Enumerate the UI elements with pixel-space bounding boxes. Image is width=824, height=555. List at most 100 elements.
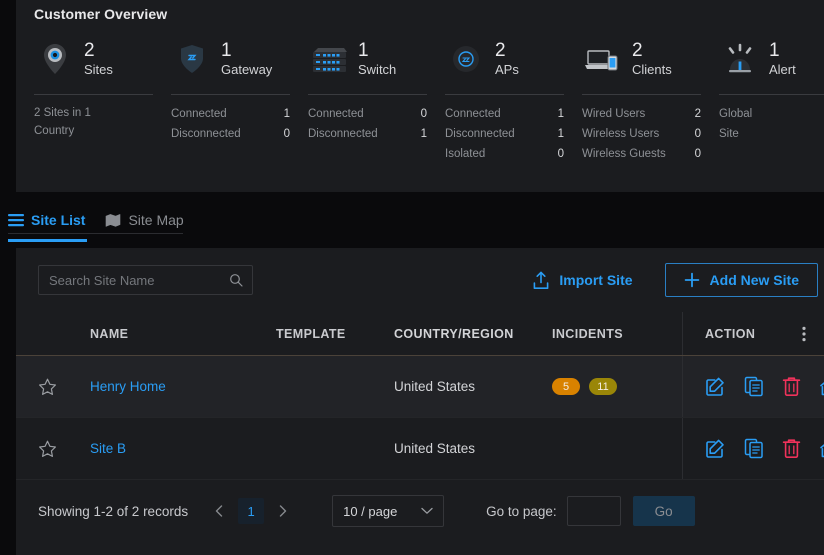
stat-detail-row: Disconnected 1 <box>308 124 427 144</box>
pagination: 1 <box>206 498 296 524</box>
status-badge[interactable]: 11 <box>589 378 617 395</box>
incidents-cell: 5 11 <box>552 378 682 395</box>
status-badge[interactable]: 5 <box>552 378 580 395</box>
add-new-site-button[interactable]: Add New Site <box>665 263 818 297</box>
stat-clients: 2 Clients Wired Users 2 Wireless Users 0… <box>582 36 719 164</box>
page-number-1[interactable]: 1 <box>238 498 264 524</box>
stat-note: 2 Sites in 1 Country <box>34 104 129 140</box>
site-name-cell: Site B <box>90 441 276 456</box>
site-name-link[interactable]: Henry Home <box>90 379 166 394</box>
alert-beacon-icon <box>719 43 761 75</box>
view-tabs-bar: Site List Site Map <box>0 192 824 248</box>
site-home-icon[interactable] <box>819 376 824 397</box>
favorite-star-icon[interactable] <box>38 378 90 396</box>
laptop-phone-icon <box>582 45 624 73</box>
page-size-value: 10 / page <box>343 504 397 519</box>
stat-value: 2 <box>495 41 519 61</box>
col-template: TEMPLATE <box>276 327 394 341</box>
edit-icon[interactable] <box>705 376 726 397</box>
location-pin-icon <box>34 43 76 75</box>
col-country-region: COUNTRY/REGION <box>394 327 552 341</box>
stat-label: APs <box>495 61 519 78</box>
col-name: NAME <box>90 327 276 341</box>
stat-detail-row: Global 0 <box>719 104 824 124</box>
stat-sites: 2 Sites 2 Sites in 1 Country <box>34 36 171 164</box>
detail-value: 0 <box>558 144 564 164</box>
divider <box>34 94 153 95</box>
country-cell: United States <box>394 379 552 394</box>
stat-label: Gateway <box>221 61 272 78</box>
delete-icon[interactable] <box>782 376 801 397</box>
delete-icon[interactable] <box>782 438 801 459</box>
page-title: Customer Overview <box>16 0 824 22</box>
page-size-select[interactable]: 10 / page <box>332 495 444 527</box>
stat-detail-row: Wireless Guests 0 <box>582 144 701 164</box>
import-site-button[interactable]: Import Site <box>522 265 642 296</box>
table-header-row: NAME TEMPLATE COUNTRY/REGION INCIDENTS A… <box>16 312 824 356</box>
detail-label: Disconnected <box>308 124 378 144</box>
detail-label: Wireless Guests <box>582 144 666 164</box>
detail-label: Global <box>719 104 752 124</box>
list-icon <box>8 213 24 227</box>
stat-detail-row: Disconnected 0 <box>171 124 290 144</box>
table-row[interactable]: Henry Home United States 5 11 <box>16 356 824 418</box>
edit-icon[interactable] <box>705 438 726 459</box>
divider <box>719 94 824 95</box>
pagination-footer: Showing 1-2 of 2 records 1 10 / page <box>16 480 824 542</box>
go-button[interactable]: Go <box>633 496 695 526</box>
plus-icon <box>684 272 700 288</box>
tab-site-list[interactable]: Site List <box>8 200 95 240</box>
copy-icon[interactable] <box>744 438 764 459</box>
chevron-left-icon[interactable] <box>206 498 232 524</box>
stat-detail-row: Isolated 0 <box>445 144 564 164</box>
site-home-icon[interactable] <box>819 438 824 459</box>
customer-overview-card: Customer Overview 2 Sites <box>16 0 824 192</box>
stat-value: 2 <box>632 41 672 61</box>
search-input[interactable] <box>39 266 252 294</box>
detail-value: 1 <box>558 104 564 124</box>
favorite-star-icon[interactable] <box>38 440 90 458</box>
site-name-link[interactable]: Site B <box>90 441 126 456</box>
site-table: NAME TEMPLATE COUNTRY/REGION INCIDENTS A… <box>16 312 824 480</box>
stat-label: Clients <box>632 61 672 78</box>
search-site-name-box[interactable] <box>38 265 253 295</box>
detail-label: Connected <box>171 104 227 124</box>
stat-gateway: 1 Gateway Connected 1 Disconnected 0 <box>171 36 308 164</box>
tab-label: Site Map <box>128 212 183 228</box>
col-incidents: INCIDENTS <box>552 327 682 341</box>
site-name-cell: Henry Home <box>90 379 276 394</box>
stat-detail-row: Wireless Users 0 <box>582 124 701 144</box>
detail-label: Isolated <box>445 144 485 164</box>
detail-value: 1 <box>558 124 564 144</box>
divider <box>445 94 564 95</box>
detail-value: 1 <box>421 124 427 144</box>
copy-icon[interactable] <box>744 376 764 397</box>
map-icon <box>105 213 121 228</box>
stats-row: 2 Sites 2 Sites in 1 Country 1 <box>16 36 824 164</box>
divider <box>582 94 701 95</box>
stat-detail-row: Site 1 <box>719 124 824 144</box>
detail-value: 0 <box>695 124 701 144</box>
access-point-icon <box>445 43 487 75</box>
more-vertical-icon[interactable] <box>802 326 824 342</box>
stat-alert: 1 Alert Global 0 Site 1 <box>719 36 824 164</box>
action-cell <box>682 356 824 417</box>
table-row[interactable]: Site B United States <box>16 418 824 480</box>
stat-label: Switch <box>358 61 396 78</box>
search-icon[interactable] <box>229 273 243 287</box>
detail-label: Wireless Users <box>582 124 659 144</box>
tab-site-map[interactable]: Site Map <box>105 200 193 240</box>
chevron-down-icon <box>421 507 433 515</box>
detail-value: 0 <box>421 104 427 124</box>
list-toolbar: Import Site Add New Site <box>16 248 824 312</box>
stat-value: 1 <box>221 41 272 61</box>
goto-page-input[interactable] <box>567 496 621 526</box>
detail-value: 2 <box>695 104 701 124</box>
col-action-label: ACTION <box>705 327 755 341</box>
stat-detail-row: Connected 1 <box>445 104 564 124</box>
divider <box>308 94 427 95</box>
detail-value: 0 <box>284 124 290 144</box>
detail-label: Wired Users <box>582 104 645 124</box>
chevron-right-icon[interactable] <box>270 498 296 524</box>
stat-label: Alert <box>769 61 796 78</box>
